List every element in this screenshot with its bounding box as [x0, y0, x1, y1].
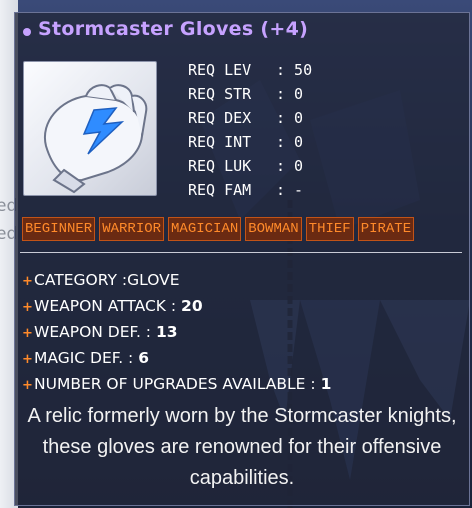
- stat-value: 13: [155, 323, 178, 341]
- item-icon-frame: [23, 61, 157, 196]
- item-description: A relic formerly worn by the Stormcaster…: [27, 405, 457, 489]
- requirement-value: : 0: [276, 85, 304, 103]
- stat-row: +WEAPON DEF. : 13: [22, 319, 331, 345]
- stat-row: +WEAPON ATTACK : 20: [22, 293, 331, 319]
- stat-label: WEAPON ATTACK :: [34, 297, 182, 315]
- job-badge-magician: MAGICIAN: [168, 217, 242, 241]
- job-badge-bowman: BOWMAN: [245, 217, 302, 241]
- requirement-label: REQ STR: [188, 85, 252, 103]
- job-badge-beginner: BEGINNER: [22, 217, 96, 241]
- title-bullet-icon: [23, 28, 31, 36]
- stat-value: 20: [181, 297, 203, 315]
- requirements-table: REQ LEV : 50 REQ STR : 0 REQ DEX : 0 REQ IN…: [188, 58, 312, 202]
- requirement-row: REQ LEV : 50: [188, 58, 312, 82]
- job-badge-pirate: PIRATE: [357, 217, 415, 241]
- stat-label: MAGIC DEF. :: [34, 349, 139, 367]
- stat-label: WEAPON DEF. :: [34, 323, 156, 341]
- stat-bullet-icon: +: [22, 352, 33, 367]
- stat-row: +CATEGORY :GLOVE: [22, 267, 331, 293]
- job-badge-warrior: WARRIOR: [99, 217, 165, 241]
- gloves-icon: [43, 84, 148, 194]
- stat-label: NUMBER OF UPGRADES AVAILABLE :: [34, 375, 321, 393]
- stat-label: CATEGORY :: [34, 271, 128, 289]
- stat-bullet-icon: +: [22, 274, 33, 289]
- requirement-row: REQ FAM : -: [188, 178, 312, 202]
- requirement-label: REQ DEX: [188, 109, 252, 127]
- requirement-value: : 0: [276, 133, 304, 151]
- requirement-row: REQ INT : 0: [188, 130, 312, 154]
- requirement-label: REQ LEV: [188, 61, 252, 79]
- item-name: Stormcaster Gloves (+4): [38, 18, 309, 40]
- stat-bullet-icon: +: [22, 326, 33, 341]
- requirement-row: REQ STR : 0: [188, 82, 312, 106]
- stat-bullet-icon: +: [22, 378, 33, 393]
- stat-value: 6: [138, 349, 149, 367]
- stat-row: +MAGIC DEF. : 6: [22, 345, 331, 371]
- stat-value: 1: [320, 375, 332, 393]
- requirement-label: REQ FAM: [188, 181, 252, 199]
- job-requirements: BEGINNER WARRIOR MAGICIAN BOWMAN THIEF P…: [22, 217, 415, 241]
- requirement-row: REQ LUK : 0: [188, 154, 312, 178]
- requirement-label: REQ LUK: [188, 157, 252, 175]
- stat-row: +NUMBER OF UPGRADES AVAILABLE : 1: [22, 371, 331, 397]
- item-stats: +CATEGORY :GLOVE +WEAPON ATTACK : 20 +WE…: [22, 267, 331, 397]
- section-divider: [20, 252, 462, 253]
- requirement-value: : 50: [276, 61, 313, 79]
- requirement-value: : 0: [276, 157, 304, 175]
- stat-bullet-icon: +: [22, 300, 33, 315]
- requirement-row: REQ DEX : 0: [188, 106, 312, 130]
- requirement-label: REQ INT: [188, 133, 252, 151]
- job-badge-thief: THIEF: [305, 217, 354, 241]
- requirement-value: : 0: [276, 109, 304, 127]
- stat-value: GLOVE: [127, 271, 180, 289]
- requirement-value: : -: [276, 181, 304, 199]
